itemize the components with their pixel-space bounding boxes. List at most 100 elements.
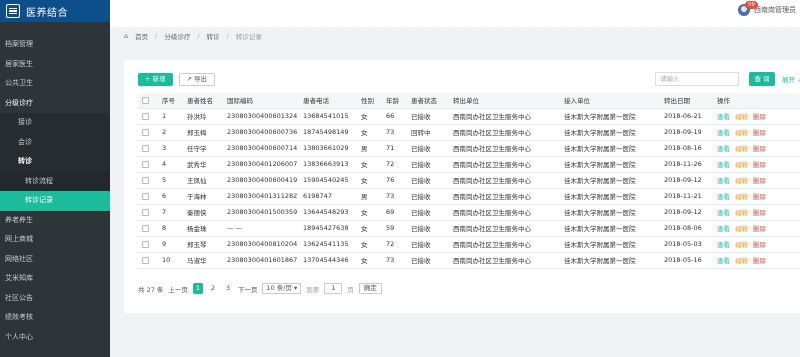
- sidebar-item-notices[interactable]: 社区公告: [0, 289, 110, 309]
- view-button[interactable]: 查看: [717, 257, 730, 265]
- sidebar-item-elderly-care[interactable]: 养老养生: [0, 211, 110, 231]
- select-all-checkbox[interactable]: [142, 96, 149, 104]
- row-select-cell[interactable]: [138, 140, 158, 157]
- row-checkbox[interactable]: [142, 224, 149, 232]
- expand-filters-link[interactable]: 展开 ↗: [782, 74, 800, 84]
- sidebar-item-performance[interactable]: 绩效考核: [0, 308, 110, 328]
- table-row[interactable]: 9 郑玉琴 23080300400810204 13624541135 女 72 已接收 西南…: [138, 236, 800, 253]
- row-checkbox[interactable]: [142, 112, 149, 120]
- view-button[interactable]: 查看: [717, 177, 730, 185]
- delete-button[interactable]: 删除: [753, 129, 766, 137]
- page-2[interactable]: 2: [208, 283, 218, 294]
- table-row[interactable]: 8 杨金珠 — —18945427638 女 59 已接收 西南岗办社区卫生服务中心 佳木斯大…: [138, 220, 800, 237]
- edit-button[interactable]: 编辑: [735, 161, 748, 169]
- notification-badge[interactable]: 99: [745, 1, 758, 9]
- view-button[interactable]: 查看: [717, 225, 730, 233]
- export-button[interactable]: ↗ 导出: [178, 73, 216, 86]
- delete-button[interactable]: 删除: [753, 209, 766, 217]
- edit-button[interactable]: 编辑: [735, 257, 748, 265]
- row-select-cell[interactable]: [138, 236, 158, 253]
- edit-button[interactable]: 编辑: [735, 113, 748, 121]
- delete-button[interactable]: 删除: [753, 241, 766, 249]
- table-row[interactable]: 5 王凤仙 23080300400600419 15904540245 女 76 已接收 西南…: [138, 172, 800, 189]
- sidebar-item-community[interactable]: 网络社区: [0, 250, 110, 270]
- table-row[interactable]: 6 于海林 23080300401311282 6198747 男 73 已接收 西南岗办社区…: [138, 188, 800, 205]
- row-select-cell[interactable]: [138, 252, 158, 269]
- sidebar-item-referral-process[interactable]: 转诊流程: [0, 171, 110, 191]
- home-icon[interactable]: ⌂: [124, 32, 128, 40]
- edit-button[interactable]: 编辑: [735, 177, 748, 185]
- patient-phone: 13684541015: [299, 108, 357, 125]
- goto-confirm-button[interactable]: 确定: [358, 283, 382, 294]
- table-row[interactable]: 10 马淑华 23080300401601867 13704544346 女 73 已接收西…: [138, 252, 800, 269]
- sidebar-item-referral-records[interactable]: 转诊记录: [0, 191, 110, 211]
- delete-button[interactable]: 删除: [753, 113, 766, 121]
- view-button[interactable]: 查看: [717, 193, 730, 201]
- edit-button[interactable]: 编辑: [735, 129, 748, 137]
- sidebar-item-records[interactable]: 档案管理: [0, 35, 110, 55]
- delete-button[interactable]: 删除: [753, 225, 766, 233]
- edit-button[interactable]: 编辑: [735, 193, 748, 201]
- sidebar-item-referral[interactable]: 转诊: [0, 152, 110, 172]
- sidebar-item-tiered-care[interactable]: 分级诊疗: [0, 94, 110, 114]
- table-row[interactable]: 7 秦丽侠 23080300401500359 13644548293 女 69 已接收 西南…: [138, 204, 800, 221]
- sidebar-item-profile[interactable]: 个人中心: [0, 328, 110, 348]
- row-checkbox[interactable]: [142, 240, 149, 248]
- view-button[interactable]: 查看: [717, 145, 730, 153]
- goto-page-input[interactable]: 1: [324, 283, 343, 294]
- row-select-cell[interactable]: [138, 108, 158, 125]
- sidebar-item-knowledge[interactable]: 艾米知库: [0, 269, 110, 289]
- search-input[interactable]: [655, 72, 739, 86]
- export-label: 导出: [194, 75, 208, 83]
- delete-button[interactable]: 删除: [753, 161, 766, 169]
- select-all-cell[interactable]: [138, 93, 158, 109]
- page-3[interactable]: 3: [223, 283, 233, 294]
- table-row[interactable]: 1 孙洪玲 23080300400601324 13684541015 女 66 已接收 西南…: [138, 108, 800, 125]
- sidebar-item-home-doctor[interactable]: 居家医生: [0, 55, 110, 75]
- search-button[interactable]: 查 询: [749, 72, 775, 86]
- view-button[interactable]: 查看: [717, 241, 730, 249]
- breadcrumb-level1[interactable]: 分级诊疗: [164, 31, 190, 41]
- row-select-cell[interactable]: [138, 156, 158, 173]
- table-row[interactable]: 2 郑玉梅 23080300400600736 18745498149 女 73 回转中 西南…: [138, 124, 800, 141]
- row-checkbox[interactable]: [142, 160, 149, 168]
- prev-page-button[interactable]: 上一页: [168, 284, 188, 294]
- row-checkbox[interactable]: [142, 144, 149, 152]
- row-select-cell[interactable]: [138, 188, 158, 205]
- view-button[interactable]: 查看: [717, 161, 730, 169]
- delete-button[interactable]: 删除: [753, 177, 766, 185]
- table-row[interactable]: 4 武秀华 23080300401206007 13836663913 女 72 已接收 西南…: [138, 156, 800, 173]
- view-button[interactable]: 查看: [717, 209, 730, 217]
- row-select-cell[interactable]: [138, 220, 158, 237]
- row-checkbox[interactable]: [142, 256, 149, 264]
- row-select-cell[interactable]: [138, 172, 158, 189]
- breadcrumb-level2[interactable]: 转诊: [207, 31, 220, 41]
- row-checkbox[interactable]: [142, 192, 149, 200]
- sidebar-item-consultation[interactable]: 会诊: [0, 132, 110, 152]
- edit-button[interactable]: 编辑: [735, 209, 748, 217]
- add-button[interactable]: + 新增: [138, 73, 173, 86]
- edit-button[interactable]: 编辑: [735, 225, 748, 233]
- delete-button[interactable]: 删除: [753, 193, 766, 201]
- delete-button[interactable]: 删除: [753, 145, 766, 153]
- view-button[interactable]: 查看: [717, 129, 730, 137]
- edit-button[interactable]: 编辑: [735, 241, 748, 249]
- row-select-cell[interactable]: [138, 124, 158, 141]
- page-size-select[interactable]: 10 条/页 ▾: [262, 283, 302, 294]
- row-checkbox[interactable]: [142, 208, 149, 216]
- row-checkbox[interactable]: [142, 128, 149, 136]
- sidebar-item-public-health[interactable]: 公共卫生: [0, 74, 110, 94]
- sidebar-item-online-mall[interactable]: 网上商城: [0, 230, 110, 250]
- page-1[interactable]: 1: [192, 283, 203, 294]
- row-select-cell[interactable]: [138, 204, 158, 221]
- app-logo[interactable]: 医养结合: [0, 0, 110, 22]
- sidebar-item-admission[interactable]: 接诊: [0, 113, 110, 133]
- next-page-button[interactable]: 下一页: [238, 284, 258, 294]
- table-row[interactable]: 3 任守学 23080300400600714 13803661029 男 71 已接收 西南…: [138, 140, 800, 157]
- view-button[interactable]: 查看: [717, 113, 730, 121]
- edit-button[interactable]: 编辑: [735, 145, 748, 153]
- breadcrumb-home[interactable]: 首页: [135, 31, 148, 41]
- delete-button[interactable]: 删除: [753, 257, 766, 265]
- row-checkbox[interactable]: [142, 176, 149, 184]
- topbar: 西南岗管理员: [110, 0, 800, 27]
